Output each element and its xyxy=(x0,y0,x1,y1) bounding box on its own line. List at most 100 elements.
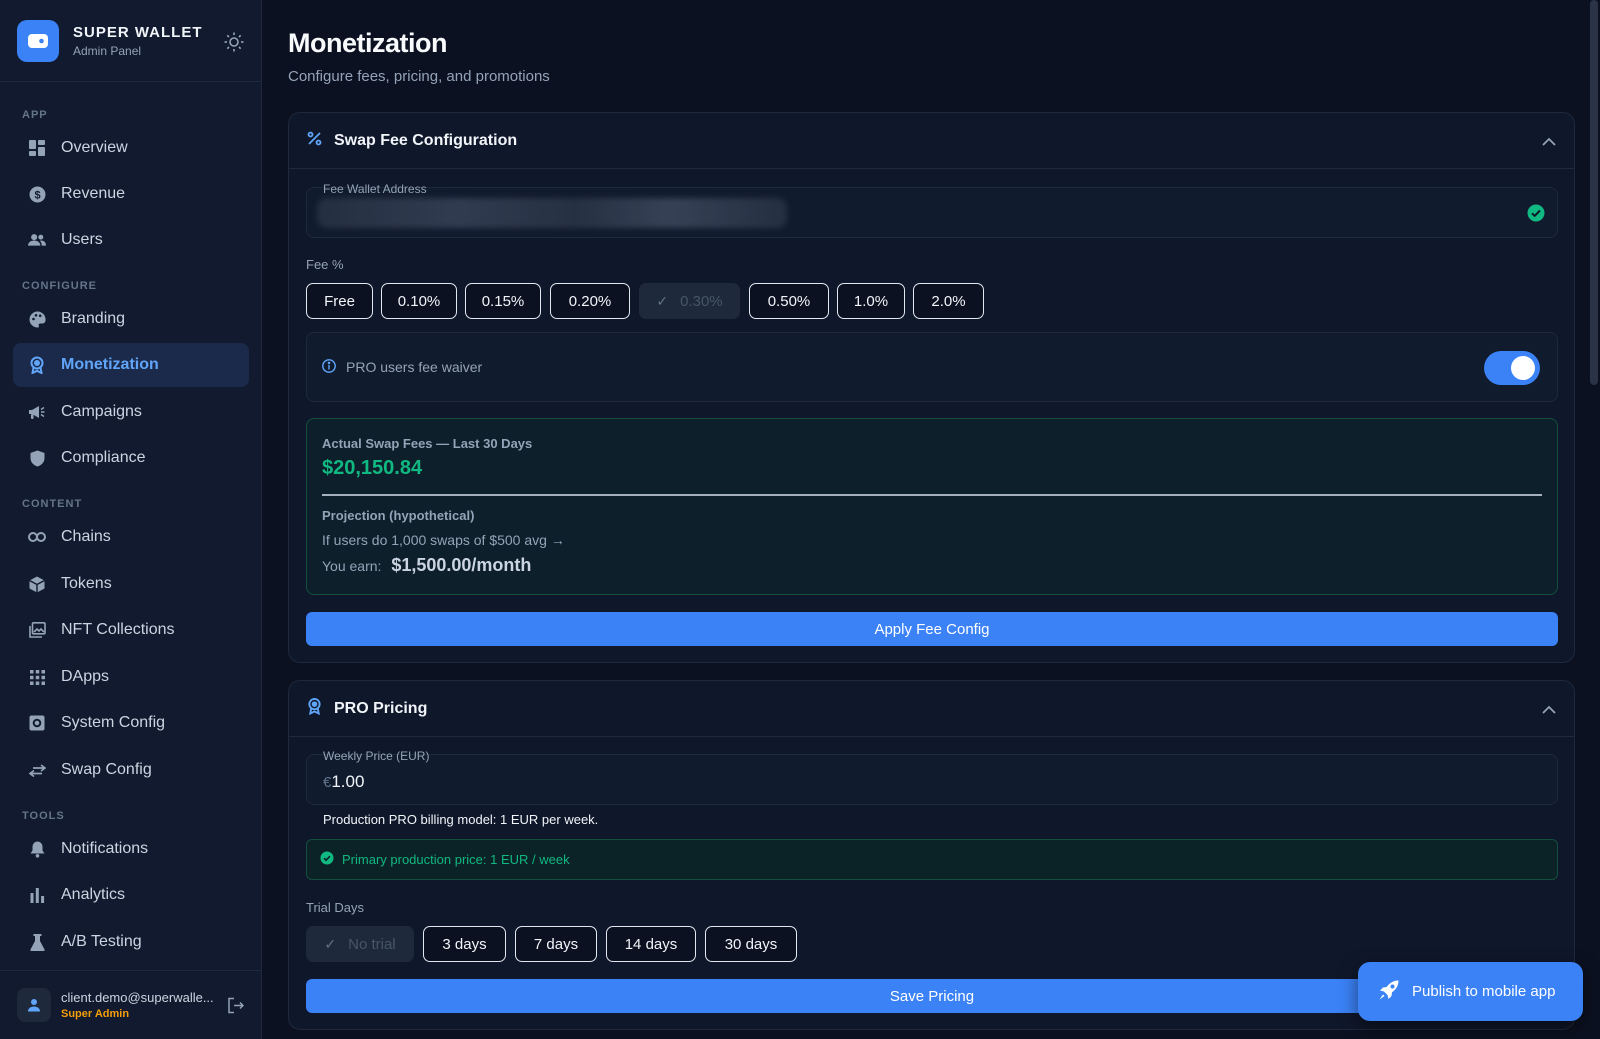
trial-option-30-days[interactable]: 30 days xyxy=(705,926,797,962)
sidebar-item-analytics[interactable]: Analytics xyxy=(13,873,249,917)
nav-section-content: CONTENT xyxy=(22,498,83,510)
sidebar-item-nft-collections[interactable]: NFT Collections xyxy=(13,608,249,652)
primary-price-text: Primary production price: 1 EUR / week xyxy=(342,852,570,867)
redacted-wallet-address xyxy=(317,198,787,228)
logout-icon[interactable] xyxy=(227,997,245,1019)
sidebar-item-label: Notifications xyxy=(61,840,149,857)
fee-option-0-20[interactable]: 0.20% xyxy=(550,283,630,319)
trial-option-7-days[interactable]: 7 days xyxy=(515,926,597,962)
fee-percent-label: Fee % xyxy=(306,257,344,272)
weekly-price-label: Weekly Price (EUR) xyxy=(323,749,430,763)
swap-fee-card: Swap Fee Configuration Fee Wallet Addres… xyxy=(288,112,1575,663)
shield-icon xyxy=(28,449,46,467)
check-icon: ✓ xyxy=(656,292,669,309)
waiver-toggle[interactable] xyxy=(1484,351,1540,385)
fee-option-label: 0.30% xyxy=(680,292,723,310)
nav-section-configure: CONFIGURE xyxy=(22,280,97,292)
user-email: client.demo@superwalle... xyxy=(61,990,214,1005)
brand-subtitle: Admin Panel xyxy=(73,43,142,58)
fee-option-2-0[interactable]: 2.0% xyxy=(913,283,984,319)
svg-text:$: $ xyxy=(34,189,40,201)
fee-option-0-30[interactable]: ✓ 0.30% xyxy=(639,283,740,319)
sidebar-item-label: System Config xyxy=(61,714,166,731)
sidebar-item-label: NFT Collections xyxy=(61,621,175,638)
dollar-circle-icon: $ xyxy=(28,185,46,203)
brand-header: SUPER WALLET Admin Panel xyxy=(0,0,261,82)
award-icon xyxy=(307,697,322,720)
fee-option-0-15[interactable]: 0.15% xyxy=(465,283,541,319)
scrollbar[interactable] xyxy=(1590,0,1598,385)
sidebar-item-swap-config[interactable]: Swap Config xyxy=(13,748,249,792)
sidebar-item-label: Users xyxy=(61,231,103,248)
percent-icon xyxy=(307,131,322,151)
user-avatar-icon xyxy=(17,988,51,1022)
info-icon xyxy=(322,358,336,376)
earn-value: $1,500.00/month xyxy=(391,555,532,575)
pro-pricing-title: PRO Pricing xyxy=(334,699,428,717)
chevron-up-icon[interactable] xyxy=(1542,133,1556,151)
sidebar-item-campaigns[interactable]: Campaigns xyxy=(13,390,249,434)
sidebar-item-overview[interactable]: Overview xyxy=(13,126,249,170)
divider xyxy=(322,494,1542,496)
user-role: Super Admin xyxy=(61,1008,130,1020)
image-gallery-icon xyxy=(28,621,46,639)
fee-option-free[interactable]: Free xyxy=(306,283,373,319)
apply-fee-config-button[interactable]: Apply Fee Config xyxy=(306,612,1558,646)
sidebar-item-revenue[interactable]: $ Revenue xyxy=(13,172,249,216)
sidebar-item-branding[interactable]: Branding xyxy=(13,297,249,341)
check-circle-icon xyxy=(1527,204,1545,227)
trial-option-14-days[interactable]: 14 days xyxy=(606,926,696,962)
nav-section-app: APP xyxy=(22,109,48,121)
award-icon xyxy=(28,356,46,374)
grid-icon xyxy=(28,139,46,157)
publish-label: Publish to mobile app xyxy=(1412,983,1556,1000)
fees-summary: Actual Swap Fees — Last 30 Days $20,150.… xyxy=(306,418,1558,595)
trial-option-none[interactable]: ✓ No trial xyxy=(306,926,414,962)
sidebar-item-label: Swap Config xyxy=(61,761,152,778)
page-subtitle: Configure fees, pricing, and promotions xyxy=(288,68,550,85)
pro-pricing-header[interactable]: PRO Pricing xyxy=(289,681,1574,737)
weekly-price-value[interactable]: €1.00 xyxy=(323,772,364,792)
swap-fee-title: Swap Fee Configuration xyxy=(334,131,518,149)
sidebar-item-tokens[interactable]: Tokens xyxy=(13,562,249,606)
main-content: Monetization Configure fees, pricing, an… xyxy=(262,0,1600,1039)
fee-wallet-label: Fee Wallet Address xyxy=(323,182,427,196)
actual-fees-amount: $20,150.84 xyxy=(322,457,423,479)
users-icon xyxy=(28,231,46,249)
link-icon xyxy=(28,528,46,546)
sidebar-item-ab-testing[interactable]: A/B Testing xyxy=(13,920,249,964)
check-circle-icon xyxy=(320,851,334,868)
swap-fee-header[interactable]: Swap Fee Configuration xyxy=(289,113,1574,169)
chevron-up-icon[interactable] xyxy=(1542,701,1556,719)
megaphone-icon xyxy=(28,403,46,421)
settings-icon xyxy=(28,714,46,732)
check-icon: ✓ xyxy=(324,935,337,952)
sidebar-item-label: Overview xyxy=(61,139,128,156)
fee-option-0-50[interactable]: 0.50% xyxy=(749,283,829,319)
page-title: Monetization xyxy=(288,28,447,58)
sidebar-item-compliance[interactable]: Compliance xyxy=(13,436,249,480)
sidebar-item-label: A/B Testing xyxy=(61,933,142,950)
user-profile[interactable]: client.demo@superwalle... Super Admin xyxy=(0,970,262,1039)
publish-to-mobile-button[interactable]: Publish to mobile app xyxy=(1358,962,1583,1021)
sidebar-item-chains[interactable]: Chains xyxy=(13,515,249,559)
sun-icon[interactable] xyxy=(223,31,245,53)
pro-fee-waiver-row: PRO users fee waiver xyxy=(306,332,1558,402)
earn-label: You earn: xyxy=(322,558,382,574)
bar-chart-icon xyxy=(28,886,46,904)
sidebar-item-label: Tokens xyxy=(61,575,112,592)
primary-price-banner: Primary production price: 1 EUR / week xyxy=(306,839,1558,880)
sidebar-item-notifications[interactable]: Notifications xyxy=(13,827,249,871)
fee-option-1-0[interactable]: 1.0% xyxy=(837,283,905,319)
flask-icon xyxy=(28,933,46,951)
sidebar-item-system-config[interactable]: System Config xyxy=(13,701,249,745)
trial-option-3-days[interactable]: 3 days xyxy=(423,926,506,962)
fee-option-0-10[interactable]: 0.10% xyxy=(381,283,457,319)
weekly-price-field[interactable]: Weekly Price (EUR) €1.00 xyxy=(306,749,1558,805)
sidebar-item-monetization[interactable]: Monetization xyxy=(13,343,249,387)
actual-fees-label: Actual Swap Fees — Last 30 Days xyxy=(322,436,533,451)
earnings-row: You earn: $1,500.00/month xyxy=(322,555,531,576)
sidebar-item-dapps[interactable]: DApps xyxy=(13,655,249,699)
fee-wallet-field[interactable]: Fee Wallet Address xyxy=(306,182,1558,238)
sidebar-item-users[interactable]: Users xyxy=(13,218,249,262)
